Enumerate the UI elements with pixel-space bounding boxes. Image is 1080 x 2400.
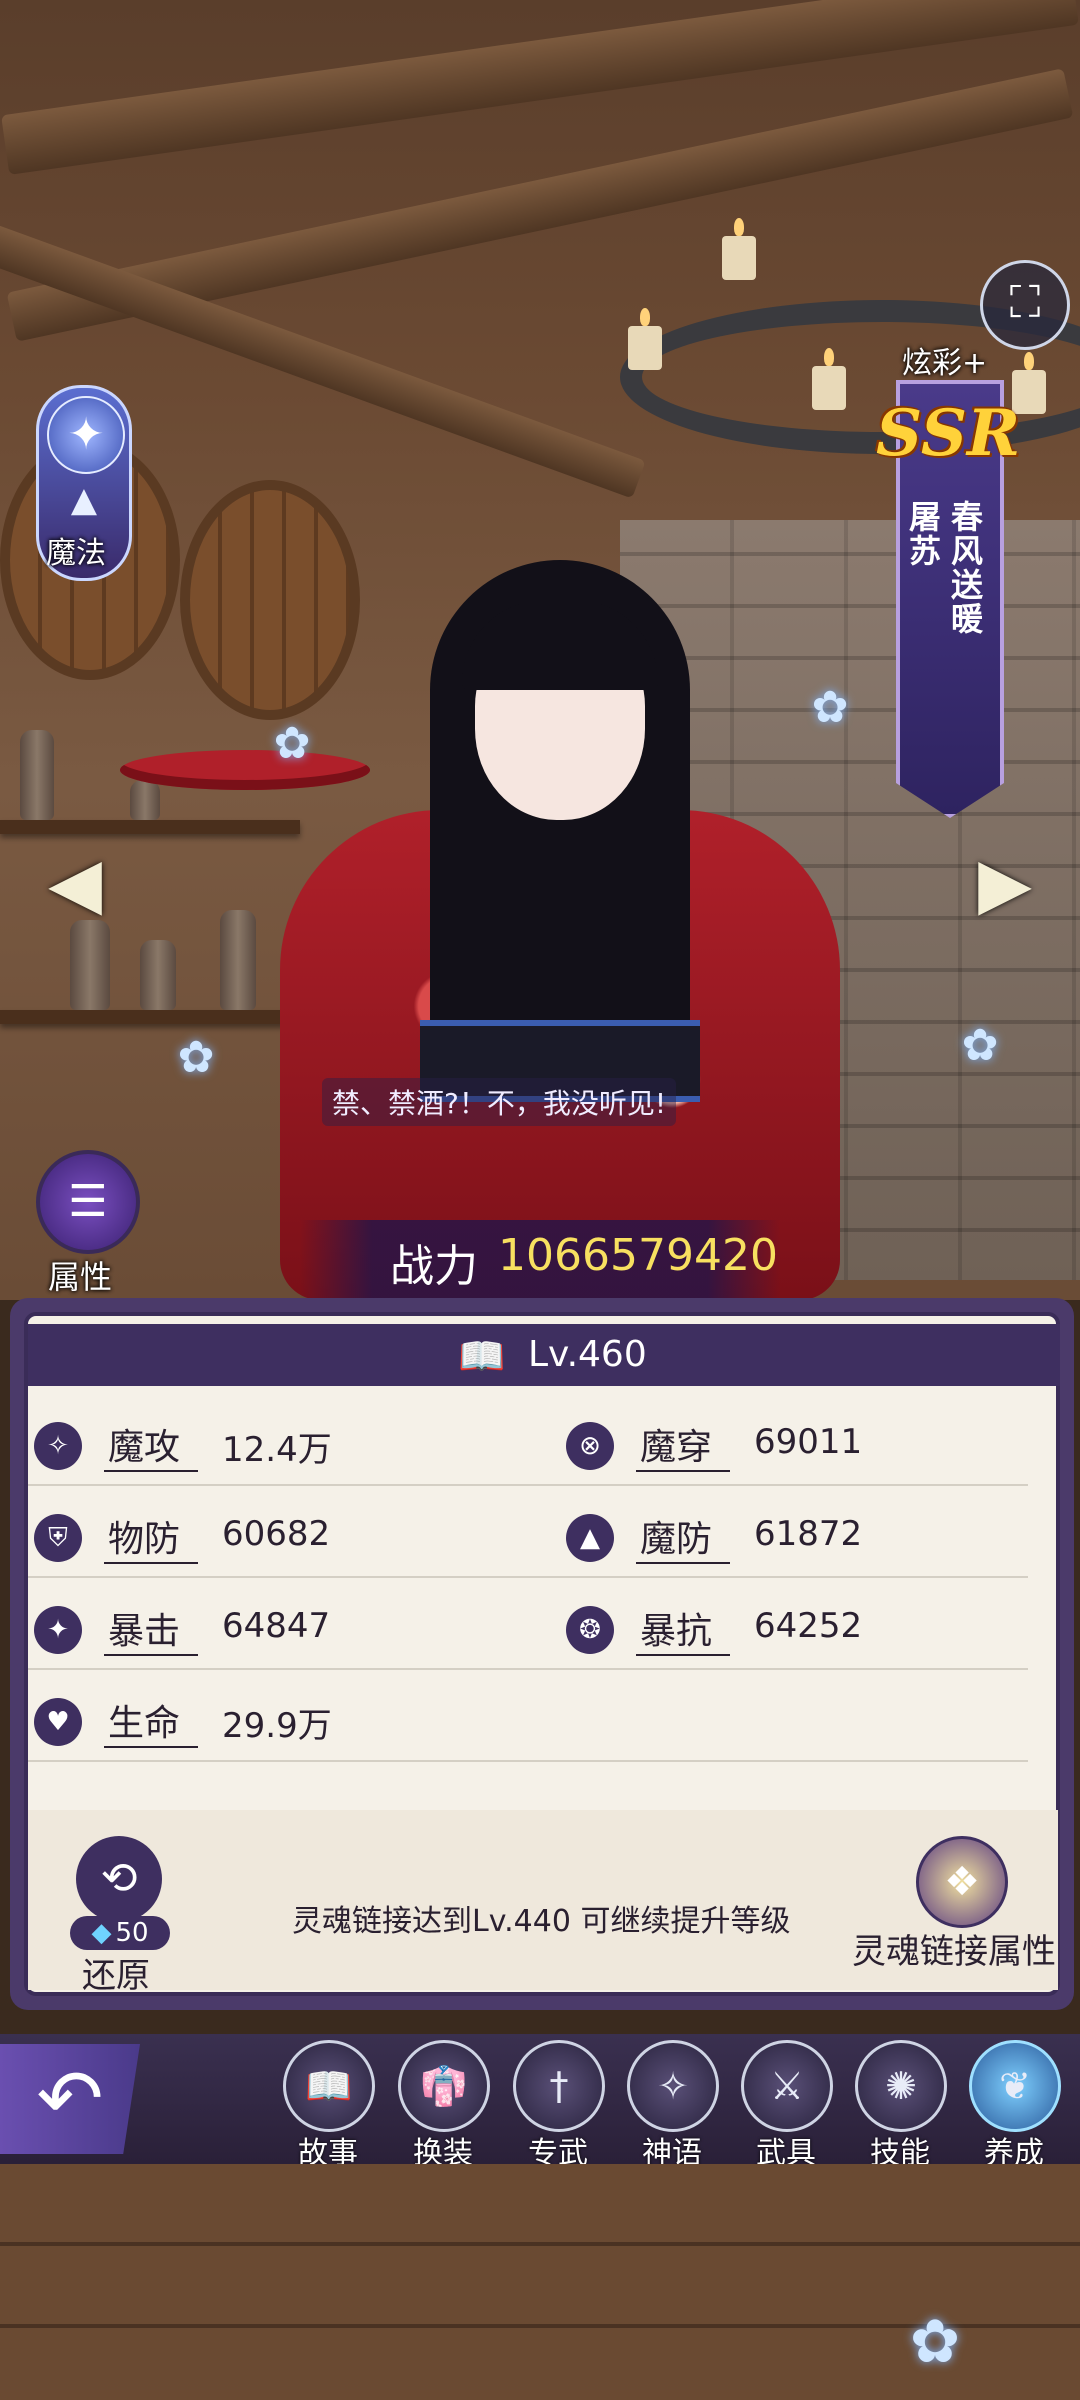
flower-icon: ✿ (273, 718, 311, 769)
row-divider (28, 1760, 1028, 1762)
nav-skill[interactable]: ✺ 技能 (850, 2040, 950, 2171)
stat-magic-pierce[interactable]: ⊗ 魔穿 69011 (566, 1412, 1066, 1482)
nav-divine-speech[interactable]: ✧ 神语 (622, 2040, 722, 2171)
character-illustration (120, 560, 900, 1300)
restore-icon: ⟲ (100, 1853, 138, 1904)
critical-icon: ✦ (34, 1606, 82, 1654)
fullscreen-icon: ⛶ (1009, 277, 1041, 328)
bottle (20, 730, 54, 820)
stat-health[interactable]: ♥ 生命 29.9万 (34, 1688, 534, 1758)
stat-name: 魔穿 (636, 1418, 730, 1472)
level-text: Lv.460 (528, 1334, 647, 1375)
flower-icon: ✿ (177, 1032, 215, 1083)
attributes-button[interactable]: ☰ (36, 1150, 140, 1254)
candle (628, 308, 662, 370)
magic-attack-icon: ✧ (34, 1422, 82, 1470)
stat-magic-defense[interactable]: ▲ 魔防 61872 (566, 1504, 1066, 1574)
row-divider (28, 1668, 1028, 1670)
row-divider (28, 1484, 1028, 1486)
row-divider (28, 1576, 1028, 1578)
heart-icon: ♥ (34, 1698, 82, 1746)
power-value: 1066579420 (498, 1230, 778, 1281)
restore-cost-value: 50 (115, 1918, 149, 1948)
stat-name: 生命 (104, 1694, 198, 1748)
nav-cultivate[interactable]: ❦ 养成 (964, 2040, 1064, 2171)
stat-value: 61872 (754, 1514, 863, 1554)
stat-critical[interactable]: ✦ 暴击 64847 (34, 1596, 534, 1666)
outfit-icon: 👘 (398, 2040, 490, 2132)
stat-value: 12.4万 (222, 1430, 332, 1470)
back-arrow-icon: ↶ (36, 2052, 104, 2145)
rarity-text: SSR (876, 396, 1021, 471)
restore-button[interactable]: ⟲ (76, 1836, 162, 1922)
power-label: 战力 (390, 1241, 478, 1292)
restore-cost: ◆ 50 (70, 1916, 170, 1950)
stat-physical-defense[interactable]: ⛨ 物防 60682 (34, 1504, 534, 1574)
stat-name: 暴击 (104, 1602, 198, 1656)
crit-resist-icon: ❂ (566, 1606, 614, 1654)
flower-icon: ✿ (909, 2307, 961, 2377)
skill-icon: ✺ (855, 2040, 947, 2132)
nav-story[interactable]: 📖 故事 (278, 2040, 378, 2171)
candle (812, 348, 846, 410)
soul-link-icon: ❖ (944, 1859, 980, 1905)
flower-icon: ✿ (811, 682, 849, 733)
bottle (130, 780, 160, 820)
exclusive-weapon-icon: † (513, 2040, 605, 2132)
story-book-icon: 📖 (283, 2040, 375, 2132)
soul-link-label: 灵魂链接属性 (852, 1932, 1056, 1972)
physical-defense-icon: ⛨ (34, 1514, 82, 1562)
flower-icon: ✿ (961, 1020, 999, 1071)
stat-value: 69011 (754, 1422, 863, 1462)
stat-name: 魔防 (636, 1510, 730, 1564)
restore-label: 还原 (82, 1956, 150, 1996)
magic-hat-icon: ▲ (70, 480, 98, 520)
back-button[interactable]: ↶ (0, 2044, 140, 2154)
stat-name: 暴抗 (636, 1602, 730, 1656)
nav-exclusive-weapon[interactable]: † 专武 (508, 2040, 608, 2171)
stat-value: 64847 (222, 1606, 331, 1646)
wing-crest-icon: ✦ (47, 396, 125, 474)
stat-value: 60682 (222, 1514, 331, 1554)
stat-name: 魔攻 (104, 1418, 198, 1472)
magic-pierce-icon: ⊗ (566, 1422, 614, 1470)
candle (722, 218, 756, 280)
nav-equipment[interactable]: ⚔ 武具 (736, 2040, 836, 2171)
fullscreen-button[interactable]: ⛶ (980, 260, 1070, 350)
element-label: 魔法 (46, 536, 106, 571)
skin-variant-label[interactable]: 炫彩+ (902, 338, 987, 382)
character-name: 屠苏 (904, 500, 942, 568)
nav-outfit[interactable]: 👘 换装 (393, 2040, 493, 2171)
gem-icon: ◆ (91, 1918, 112, 1948)
book-icon: 📖 (458, 1334, 506, 1378)
magic-defense-icon: ▲ (566, 1514, 614, 1562)
stat-name: 物防 (104, 1510, 198, 1564)
soul-link-button[interactable]: ❖ (916, 1836, 1008, 1928)
list-icon: ☰ (68, 1176, 108, 1227)
stat-magic-attack[interactable]: ✧ 魔攻 12.4万 (34, 1412, 534, 1482)
character-dialogue: 禁、禁酒?！不，我没听见! (322, 1078, 677, 1126)
stat-value: 64252 (754, 1606, 863, 1646)
attributes-label: 属性 (48, 1258, 113, 1296)
cultivate-icon: ❦ (969, 2040, 1061, 2132)
skin-name: 春风送暖 (946, 500, 984, 636)
bottle (140, 940, 176, 1010)
divine-speech-icon: ✧ (627, 2040, 719, 2132)
soul-link-message: 灵魂链接达到Lv.440 可继续提升等级 (292, 1904, 791, 1939)
sake-tray (120, 750, 370, 790)
equipment-icon: ⚔ (741, 2040, 833, 2132)
prev-character-arrow[interactable]: ◀ (40, 838, 110, 928)
next-character-arrow[interactable]: ▶ (970, 838, 1040, 928)
stat-value: 29.9万 (222, 1706, 332, 1746)
bottle (70, 920, 110, 1010)
stat-crit-resist[interactable]: ❂ 暴抗 64252 (566, 1596, 1066, 1666)
